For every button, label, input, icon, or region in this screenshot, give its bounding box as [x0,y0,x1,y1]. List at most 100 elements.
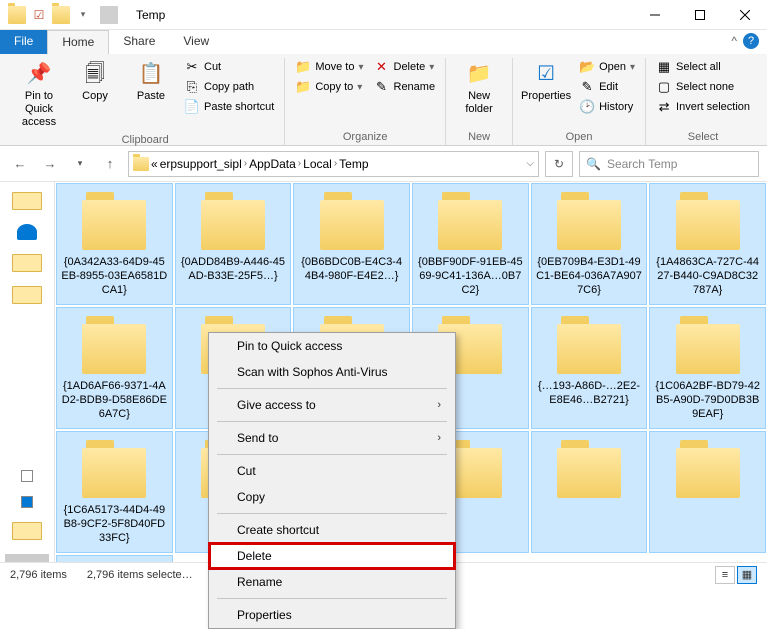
nav-onedrive-icon[interactable] [17,224,37,240]
group-label: Select [654,129,752,145]
open-icon: 📂 [579,59,595,75]
ctx-cut[interactable]: Cut [209,458,455,484]
paste-shortcut-button[interactable]: 📄Paste shortcut [182,98,276,116]
ctx-pin[interactable]: Pin to Quick access [209,333,455,359]
group-label: Clipboard [14,132,276,148]
folder-icon [557,200,621,250]
nav-folder-icon[interactable] [12,192,42,210]
paste-icon: 📋 [137,60,165,88]
folder-icon [133,157,149,171]
rename-button[interactable]: ✎Rename [372,78,438,96]
path-box[interactable]: « erpsupport_sipl› AppData› Local› Temp … [128,151,539,177]
folder-item[interactable] [56,555,173,562]
help-icon[interactable]: ? [743,33,759,49]
details-view-button[interactable]: ≡ [715,566,735,584]
collapse-ribbon-icon[interactable]: ^ [731,34,737,48]
move-to-button[interactable]: 📁Move to ▾ [293,58,365,76]
delete-button[interactable]: ✕Delete ▾ [372,58,438,76]
select-all-button[interactable]: ▦Select all [654,58,752,76]
edit-button[interactable]: ✎Edit [577,78,637,96]
copy-path-button[interactable]: ⎘Copy path [182,78,276,96]
folder-label: {1A4863CA-727C-4427-B440-C9AD8C32787A} [654,256,761,298]
folder-icon [52,6,70,24]
group-label: Open [521,129,637,145]
close-button[interactable] [722,0,767,30]
folder-item[interactable]: {0ADD84B9-A446-45AD-B33E-25F5…} [175,183,292,305]
ribbon: 📌 Pin to Quick access 🗐 Copy 📋 Paste ✂Cu… [0,54,767,146]
folder-icon [557,448,621,498]
recent-locations-button[interactable]: ▾ [68,152,92,176]
ctx-delete[interactable]: Delete [209,543,455,569]
ctx-send-to[interactable]: Send to› [209,425,455,451]
tab-view[interactable]: View [169,30,223,54]
properties-button[interactable]: ☑ Properties [521,58,571,105]
titlebar: ☑ ▾ Temp [0,0,767,30]
qat-checkbox-icon[interactable]: ☑ [30,6,48,24]
copy-button[interactable]: 🗐 Copy [70,58,120,105]
ctx-give-access[interactable]: Give access to› [209,392,455,418]
tab-share[interactable]: Share [109,30,169,54]
open-button[interactable]: 📂Open ▾ [577,58,637,76]
folder-label: {1C06A2BF-BD79-42B5-A90D-79D0DB3B9EAF} [654,380,761,422]
group-label: Organize [293,129,437,145]
folder-item[interactable]: {1A4863CA-727C-4427-B440-C9AD8C32787A} [649,183,766,305]
pin-quick-access-button[interactable]: 📌 Pin to Quick access [14,58,64,132]
folder-label: {…193-A86D-…2E2-E8E46…B2721} [536,380,643,422]
ctx-scan[interactable]: Scan with Sophos Anti-Virus [209,359,455,385]
select-none-button[interactable]: ▢Select none [654,78,752,96]
qat-dropdown-icon[interactable]: ▾ [74,6,92,24]
search-input[interactable]: 🔍 Search Temp [579,151,759,177]
history-icon: 🕑 [579,99,595,115]
window-title: Temp [130,8,632,22]
select-none-icon: ▢ [656,79,672,95]
paste-shortcut-icon: 📄 [184,99,200,115]
folder-icon [8,6,26,24]
folder-item[interactable]: {1C06A2BF-BD79-42B5-A90D-79D0DB3B9EAF} [649,307,766,429]
ctx-properties[interactable]: Properties [209,602,455,628]
cut-button[interactable]: ✂Cut [182,58,276,76]
folder-item[interactable]: {0A342A33-64D9-45EB-8955-03EA6581DCA1} [56,183,173,305]
nav-scrollbar[interactable] [5,554,48,562]
nav-folder-icon[interactable] [12,522,42,540]
icons-view-button[interactable]: ▦ [737,566,757,584]
folder-item[interactable]: {1C6A5173-44D4-49B8-9CF2-5F8D40FD33FC} [56,431,173,553]
invert-selection-button[interactable]: ⇄Invert selection [654,98,752,116]
refresh-button[interactable]: ↻ [545,151,573,177]
address-bar: ← → ▾ ↑ « erpsupport_sipl› AppData› Loca… [0,146,767,182]
chevron-right-icon: › [437,432,441,444]
properties-icon: ☑ [532,60,560,88]
folder-item[interactable]: {…193-A86D-…2E2-E8E46…B2721} [531,307,648,429]
history-button[interactable]: 🕑History [577,98,637,116]
nav-folder-icon[interactable] [12,254,42,272]
back-button[interactable]: ← [8,152,32,176]
tab-home[interactable]: Home [47,30,109,54]
folder-item[interactable]: {1AD6AF66-9371-4AD2-BDB9-D58E86DE6A7C} [56,307,173,429]
chevron-right-icon: › [437,399,441,411]
navigation-pane[interactable] [0,182,55,562]
folder-item[interactable] [649,431,766,553]
ctx-rename[interactable]: Rename [209,569,455,595]
delete-icon: ✕ [374,59,390,75]
path-dropdown-icon[interactable]: ⌵ [526,158,534,169]
nav-folder-icon[interactable] [12,286,42,304]
tab-file[interactable]: File [0,30,47,54]
maximize-button[interactable] [677,0,722,30]
nav-drive-icon[interactable] [21,496,33,508]
nav-thispc-icon[interactable] [21,470,33,482]
folder-item[interactable]: {0BBF90DF-91EB-4569-9C41-136A…0B7C2} [412,183,529,305]
copy-to-button[interactable]: 📁Copy to ▾ [293,78,365,96]
folder-icon [201,200,265,250]
ctx-copy[interactable]: Copy [209,484,455,510]
folder-item[interactable] [531,431,648,553]
folder-item[interactable]: {0B6BDC0B-E4C3-44B4-980F-E4E2…} [293,183,410,305]
paste-button[interactable]: 📋 Paste [126,58,176,105]
minimize-button[interactable] [632,0,677,30]
folder-item[interactable]: {0EB709B4-E3D1-49C1-BE64-036A7A9077C6} [531,183,648,305]
invert-icon: ⇄ [656,99,672,115]
new-folder-button[interactable]: 📁 New folder [454,58,504,118]
ctx-create-shortcut[interactable]: Create shortcut [209,517,455,543]
folder-icon [438,200,502,250]
forward-button[interactable]: → [38,152,62,176]
up-button[interactable]: ↑ [98,152,122,176]
pin-icon: 📌 [25,60,53,88]
